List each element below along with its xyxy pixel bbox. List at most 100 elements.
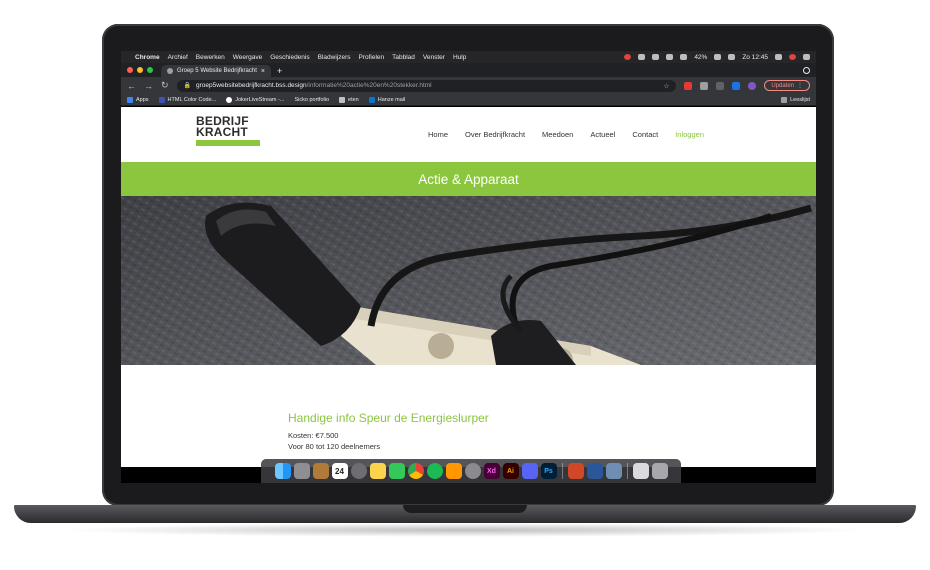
browser-tab-active[interactable]: Groep 5 Website Bedrijfkracht × xyxy=(161,65,271,77)
notes-icon[interactable] xyxy=(312,463,329,479)
extension-icon[interactable] xyxy=(732,81,741,90)
reading-list-icon xyxy=(781,96,788,103)
bookmark-apps[interactable]: Apps xyxy=(127,96,149,103)
forward-arrow-icon[interactable]: → xyxy=(144,81,153,91)
webpage: BEDRIJF KRACHT Home Over Bedrijfkracht M… xyxy=(121,107,816,467)
reload-icon[interactable]: ↻ xyxy=(161,80,169,91)
status-app-icon[interactable] xyxy=(638,54,646,60)
bookmark-star-icon[interactable]: ☆ xyxy=(663,82,669,90)
sublime-icon[interactable] xyxy=(445,463,462,479)
tab-title: Groep 5 Website Bedrijfkracht xyxy=(176,68,257,74)
discord-icon[interactable] xyxy=(521,463,538,479)
illustrator-icon[interactable]: Ai xyxy=(502,463,519,479)
hero-image xyxy=(121,196,816,365)
minimize-window-button[interactable] xyxy=(137,67,143,73)
content-cost: Kosten: €7.500 xyxy=(288,431,339,440)
update-label: Updaten xyxy=(771,82,794,89)
trash-icon[interactable] xyxy=(651,463,668,479)
page-title: Actie & Apparaat xyxy=(418,171,519,187)
new-tab-button[interactable]: + xyxy=(277,65,282,77)
nav-over-bedrijfkracht[interactable]: Over Bedrijfkracht xyxy=(465,130,525,139)
terminal-icon[interactable] xyxy=(632,463,649,479)
extensions-puzzle-icon[interactable] xyxy=(716,81,725,90)
browser-tabbar: Groep 5 Website Bedrijfkracht × + xyxy=(121,63,816,77)
finder-icon[interactable] xyxy=(274,463,291,479)
notification-center-icon[interactable] xyxy=(803,54,810,60)
site-logo[interactable]: BEDRIJF KRACHT xyxy=(196,115,260,146)
bookmark-jokerlivestream[interactable]: JokerLiveStream -... xyxy=(226,96,284,103)
battery-percentage[interactable]: 42% xyxy=(694,54,707,61)
menubar-item-tabblad[interactable]: Tabblad xyxy=(392,54,415,61)
spotify-icon[interactable] xyxy=(426,463,443,479)
close-window-button[interactable] xyxy=(127,67,133,73)
menubar-item-hulp[interactable]: Hulp xyxy=(453,54,466,61)
content-section: Handige info Speur de Energieslurper Kos… xyxy=(121,365,816,452)
menubar-item-weergave[interactable]: Weergave xyxy=(233,54,263,61)
logo-green-bar xyxy=(196,140,260,146)
nav-contact[interactable]: Contact xyxy=(632,130,658,139)
bookmarks-bar: Apps HTML Color Code... JokerLiveStream … xyxy=(121,94,816,106)
chrome-icon[interactable] xyxy=(407,463,424,479)
lock-icon[interactable]: 🔒 xyxy=(184,82,191,89)
tab-search-icon[interactable] xyxy=(803,67,810,74)
site-nav: Home Over Bedrijfkracht Meedoen Actueel … xyxy=(428,107,704,162)
wifi-icon[interactable] xyxy=(680,54,688,60)
xd-icon[interactable]: Xd xyxy=(483,463,500,479)
photoshop-icon[interactable]: Ps xyxy=(540,463,557,479)
nav-inloggen[interactable]: Inloggen xyxy=(675,130,704,139)
calendar-icon[interactable]: 24 xyxy=(331,463,348,479)
powerpoint-icon[interactable] xyxy=(567,463,584,479)
menubar-clock[interactable]: Zo 12:45 xyxy=(742,54,768,61)
bookmark-hanze-mail[interactable]: Hanze mail xyxy=(368,96,406,103)
reading-list-button[interactable]: Leeslijst xyxy=(781,96,810,103)
bookmark-label: eten xyxy=(348,96,359,103)
fullscreen-window-button[interactable] xyxy=(147,67,153,73)
control-center-icon[interactable] xyxy=(728,54,736,60)
extension-icon[interactable] xyxy=(700,81,709,90)
spotlight-icon[interactable] xyxy=(775,54,782,60)
volume-icon[interactable] xyxy=(666,54,674,60)
page-banner: Actie & Apparaat xyxy=(121,162,816,196)
bookmark-folder-eten[interactable]: eten xyxy=(339,96,359,103)
preview-icon[interactable] xyxy=(605,463,622,479)
stickies-icon[interactable] xyxy=(369,463,386,479)
dock-separator xyxy=(561,463,563,479)
dock-separator xyxy=(626,463,628,479)
back-arrow-icon[interactable]: ← xyxy=(127,81,136,91)
siri-icon[interactable] xyxy=(789,54,796,60)
extension-icon[interactable] xyxy=(684,81,693,90)
menubar-app-name[interactable]: Chrome xyxy=(135,54,160,61)
menubar-item-profielen[interactable]: Profielen xyxy=(358,54,384,61)
nav-home[interactable]: Home xyxy=(428,130,448,139)
menubar-item-bladwijzers[interactable]: Bladwijzers xyxy=(318,54,351,61)
update-chrome-button[interactable]: Updaten ⋮ xyxy=(764,80,810,91)
safari-icon[interactable] xyxy=(350,463,367,479)
reading-list-label: Leeslijst xyxy=(790,96,810,103)
laptop-screen: Chrome Archief Bewerken Weergave Geschie… xyxy=(121,51,816,483)
numbers-icon[interactable] xyxy=(388,463,405,479)
status-app-icon[interactable] xyxy=(652,54,660,60)
power-strip-photo xyxy=(121,196,816,365)
word-icon[interactable] xyxy=(586,463,603,479)
tab-close-icon[interactable]: × xyxy=(261,68,265,75)
battery-icon[interactable] xyxy=(714,54,722,60)
menubar-item-venster[interactable]: Venster xyxy=(423,54,445,61)
nav-meedoen[interactable]: Meedoen xyxy=(542,130,573,139)
apps-grid-icon xyxy=(127,96,133,103)
nav-actueel[interactable]: Actueel xyxy=(590,130,615,139)
menubar-item-geschiedenis[interactable]: Geschiedenis xyxy=(270,54,309,61)
profile-avatar-icon[interactable] xyxy=(748,81,757,90)
bookmark-sicko-portfolio[interactable]: Sicko portfolio xyxy=(294,97,329,103)
menubar-item-archief[interactable]: Archief xyxy=(168,54,188,61)
bookmark-label: Hanze mail xyxy=(377,96,406,103)
tab-favicon-icon xyxy=(167,68,173,74)
menubar-item-bewerken[interactable]: Bewerken xyxy=(196,54,225,61)
url-host: groep5websitebedrijfkracht.bss.design xyxy=(196,82,307,89)
status-app-icon[interactable] xyxy=(624,54,632,60)
launchpad-icon[interactable] xyxy=(293,463,310,479)
address-bar[interactable]: 🔒 groep5websitebedrijfkracht.bss.design/… xyxy=(176,79,677,92)
content-participants: Voor 80 tot 120 deelnemers xyxy=(288,442,381,451)
menubar-status-area: 42% Zo 12:45 xyxy=(624,54,810,61)
system-preferences-icon[interactable] xyxy=(464,463,481,479)
bookmark-html-color-codes[interactable]: HTML Color Code... xyxy=(158,96,216,103)
